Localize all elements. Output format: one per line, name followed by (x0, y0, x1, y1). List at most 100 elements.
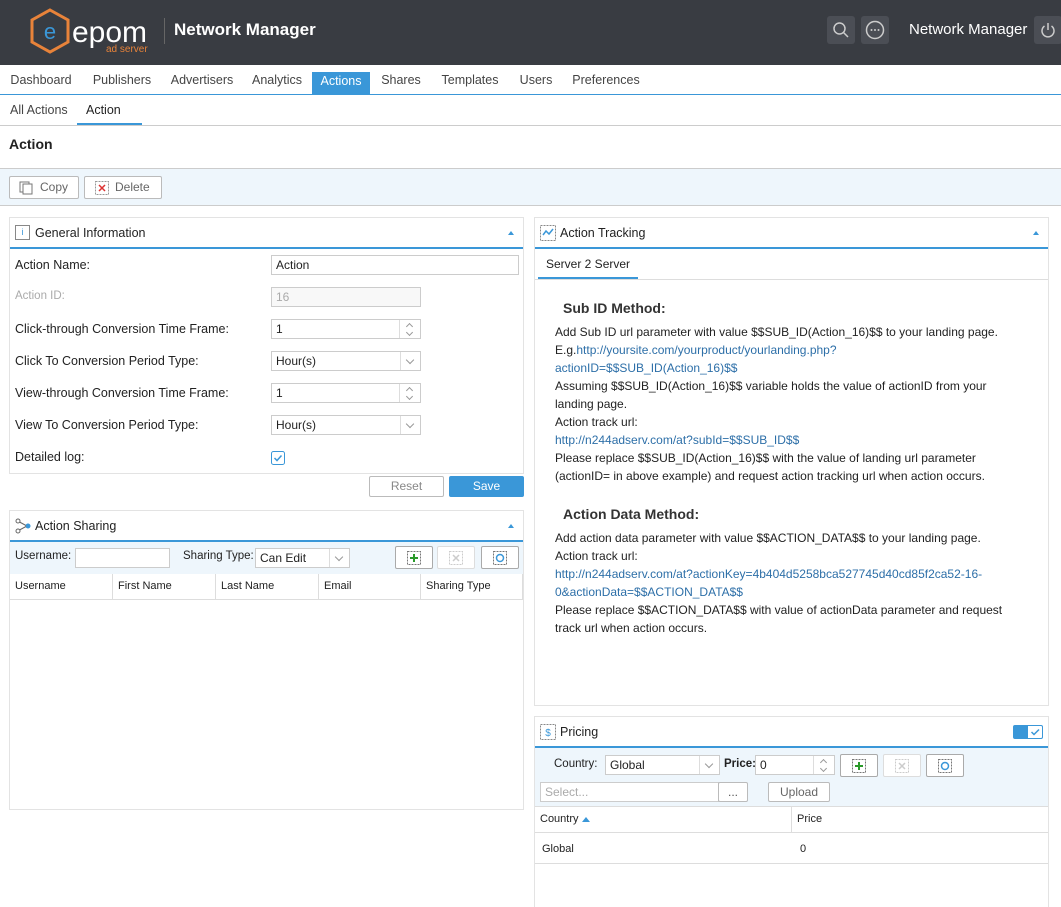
username-label: Username: (15, 550, 72, 562)
refresh-price-button[interactable] (926, 754, 964, 777)
action-id-input: 16 (271, 287, 421, 307)
vt-time-stepper[interactable]: 1 (271, 383, 421, 403)
ct-time-stepper[interactable]: 1 (271, 319, 421, 339)
share-icon (15, 518, 31, 534)
col-country-label: Country (540, 813, 579, 825)
vt-period-select[interactable]: Hour(s) (271, 415, 421, 435)
logo-letter: e (44, 19, 56, 44)
messages-button[interactable] (861, 16, 889, 44)
tab-all-actions[interactable]: All Actions (10, 95, 68, 125)
collapse-icon[interactable] (508, 524, 514, 528)
copy-icon (19, 181, 33, 195)
chevron-down-icon[interactable] (329, 549, 349, 567)
save-button[interactable]: Save (449, 476, 524, 497)
subid-line-4: Please replace $$SUB_ID(Action_16)$$ wit… (555, 451, 985, 483)
copy-button[interactable]: Copy (9, 176, 79, 199)
nav-shares[interactable]: Shares (370, 65, 432, 94)
add-price-button[interactable] (840, 754, 878, 777)
nav-publishers[interactable]: Publishers (82, 65, 162, 94)
col-email[interactable]: Email (319, 574, 421, 599)
add-share-button[interactable] (395, 546, 433, 569)
example-landing-link[interactable]: http://yoursite.com/yourproduct/yourland… (576, 343, 836, 357)
stepper-arrows-icon[interactable] (399, 320, 420, 338)
vt-period-label: View To Conversion Period Type: (15, 418, 199, 432)
delete-button[interactable]: Delete (84, 176, 162, 199)
tab-server-2-server[interactable]: Server 2 Server (538, 249, 639, 279)
search-button[interactable] (827, 16, 855, 44)
delete-icon (95, 181, 109, 195)
col-username[interactable]: Username (10, 574, 113, 599)
nav-advertisers[interactable]: Advertisers (162, 65, 242, 94)
country-select[interactable]: Global (605, 755, 720, 775)
add-icon (852, 759, 866, 773)
country-value: Global (610, 758, 645, 772)
general-info-header[interactable]: i General Information (10, 218, 523, 249)
sharing-table-header: Username First Name Last Name Email Shar… (10, 574, 523, 600)
logout-button[interactable] (1034, 16, 1061, 44)
ct-period-select[interactable]: Hour(s) (271, 351, 421, 371)
tracking-tabs: Server 2 Server (535, 249, 1048, 280)
col-country[interactable]: Country (535, 807, 792, 832)
logo-sub-text: ad server (106, 44, 148, 55)
refresh-share-button[interactable] (481, 546, 519, 569)
col-price[interactable]: Price (792, 807, 1048, 832)
username-input[interactable] (75, 548, 170, 568)
dollar-icon: $ (540, 724, 556, 740)
file-select-input[interactable]: Select... (540, 782, 719, 802)
subid-track-url-link[interactable]: http://n244adserv.com/at?subId=$$SUB_ID$… (555, 431, 1025, 449)
action-name-input[interactable]: Action (271, 255, 519, 275)
reset-button[interactable]: Reset (369, 476, 444, 497)
action-tracking-header[interactable]: Action Tracking (535, 218, 1048, 249)
action-name-label: Action Name: (15, 258, 91, 272)
remove-share-button[interactable] (437, 546, 475, 569)
price-stepper[interactable]: 0 (755, 755, 835, 775)
vt-time-label: View-through Conversion Time Frame: (15, 386, 229, 400)
chevron-down-icon[interactable] (699, 756, 719, 774)
chevron-down-icon[interactable] (400, 416, 420, 434)
user-name[interactable]: Network Manager (909, 21, 1027, 38)
tab-action[interactable]: Action (77, 95, 142, 125)
data-track-url-link-cont[interactable]: 0&actionData=$$ACTION_DATA$$ (555, 583, 1025, 601)
sharing-type-value: Can Edit (260, 551, 307, 565)
example-landing-link-cont[interactable]: actionID=$$SUB_ID(Action_16)$$ (555, 359, 1025, 377)
nav-dashboard[interactable]: Dashboard (0, 65, 82, 94)
pricing-header[interactable]: $ Pricing (535, 717, 1048, 748)
country-label: Country: (554, 758, 598, 770)
pricing-toggle[interactable] (1013, 725, 1043, 739)
epom-logo[interactable]: e epom ad server (28, 8, 158, 59)
col-sharing-type[interactable]: Sharing Type (421, 574, 523, 599)
collapse-icon[interactable] (508, 231, 514, 235)
data-line-2: Action track url: (555, 549, 638, 563)
sort-asc-icon (581, 817, 590, 822)
col-last-name[interactable]: Last Name (216, 574, 319, 599)
data-track-url-link[interactable]: http://n244adserv.com/at?actionKey=4b404… (555, 565, 1025, 583)
browse-button[interactable]: ... (718, 782, 748, 802)
nav-preferences[interactable]: Preferences (564, 65, 648, 94)
remove-icon (449, 551, 463, 565)
pricing-filter-bar: Country: Global Price: 0 Select... ... U… (535, 748, 1048, 806)
table-row[interactable]: Global 0 (535, 834, 1048, 864)
nav-actions[interactable]: Actions (312, 72, 370, 95)
col-first-name[interactable]: First Name (113, 574, 216, 599)
stepper-arrows-icon[interactable] (399, 384, 420, 402)
sharing-type-select[interactable]: Can Edit (255, 548, 350, 568)
price-label: Price: (724, 758, 756, 770)
subid-line-1: Add Sub ID url parameter with value $$SU… (555, 325, 998, 339)
main-nav: Dashboard Publishers Advertisers Analyti… (0, 65, 1061, 95)
nav-analytics[interactable]: Analytics (243, 65, 311, 94)
detailed-log-label: Detailed log: (15, 450, 85, 464)
row-country: Global (542, 843, 574, 855)
action-sharing-header[interactable]: Action Sharing (10, 511, 523, 542)
upload-button[interactable]: Upload (768, 782, 830, 802)
remove-price-button[interactable] (883, 754, 921, 777)
action-data-method-title: Action Data Method: (563, 506, 700, 522)
nav-users[interactable]: Users (508, 65, 564, 94)
add-icon (407, 551, 421, 565)
stepper-arrows-icon[interactable] (813, 756, 834, 774)
vt-period-value: Hour(s) (276, 418, 317, 432)
collapse-icon[interactable] (1033, 231, 1039, 235)
chevron-down-icon[interactable] (400, 352, 420, 370)
action-id-label: Action ID: (15, 290, 65, 302)
detailed-log-checkbox[interactable] (271, 451, 285, 465)
nav-templates[interactable]: Templates (432, 65, 508, 94)
